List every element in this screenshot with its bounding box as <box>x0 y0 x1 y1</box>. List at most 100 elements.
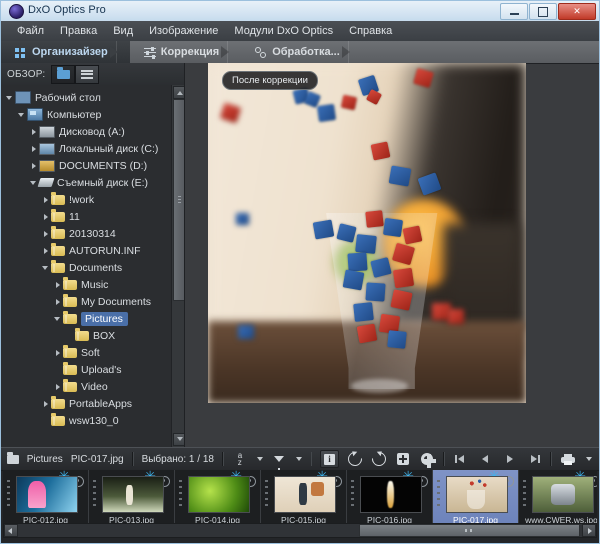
tree-node[interactable]: Рабочий стол <box>1 89 171 106</box>
tree-node[interactable]: Documents <box>1 259 171 276</box>
chevron-right-icon[interactable] <box>53 382 63 392</box>
browser-header: ОБЗОР: <box>1 63 190 86</box>
tree-node-label: PortableApps <box>69 398 132 410</box>
scrollbar-thumb[interactable] <box>359 524 580 537</box>
tree-node[interactable]: Music <box>1 276 171 293</box>
chevron-down-icon[interactable] <box>53 314 63 324</box>
tree-node[interactable]: Локальный диск (C:) <box>1 140 171 157</box>
thumbnail-item[interactable]: ✳ PIC-012.jpg <box>3 470 89 528</box>
minimize-button[interactable] <box>500 3 528 20</box>
thumbnail-item[interactable]: ✳ www.CWER.ws.jpg <box>519 470 597 528</box>
chevron-right-icon[interactable] <box>41 246 51 256</box>
tree-node[interactable]: AUTORUN.INF <box>1 242 171 259</box>
filmstrip-toolbar: Pictures PIC-017.jpg Выбрано: 1 / 18 az … <box>1 447 599 471</box>
tree-node-pictures[interactable]: Pictures <box>1 310 171 327</box>
thumbnail-strip[interactable]: ✳ PIC-012.jpg ✳ PIC-013.jpg ✳ PIC-014.jp… <box>3 470 597 528</box>
thumbnail-item[interactable]: ✳ PIC-015.jpg <box>261 470 347 528</box>
folder-tree[interactable]: Рабочий стол Компьютер Дисковод (A:) Лок… <box>1 85 171 447</box>
tree-node[interactable]: Soft <box>1 344 171 361</box>
filmstrip-panel: Pictures PIC-017.jpg Выбрано: 1 / 18 az … <box>1 447 599 543</box>
tab-correction[interactable]: Коррекция <box>130 41 241 63</box>
sort-dropdown-button[interactable] <box>256 451 263 467</box>
photo-canvas[interactable]: После коррекции <box>208 63 526 403</box>
chevron-down-icon[interactable] <box>5 93 15 103</box>
menu-file[interactable]: Файл <box>9 23 52 39</box>
thumbnail-image <box>274 476 336 513</box>
folder-icon <box>51 195 65 205</box>
tree-node-label: wsw130_0 <box>69 415 119 427</box>
maximize-icon <box>538 7 548 17</box>
close-button[interactable]: ✕ <box>558 3 596 20</box>
chevron-down-icon[interactable] <box>17 110 27 120</box>
next-image-button[interactable] <box>502 451 518 467</box>
menu-image[interactable]: Изображение <box>141 23 226 39</box>
chevron-right-icon[interactable] <box>53 348 63 358</box>
print-button[interactable] <box>560 451 576 467</box>
thumbnail-image <box>188 476 250 513</box>
tree-node[interactable]: 20130314 <box>1 225 171 242</box>
add-project-icon <box>397 453 409 465</box>
menu-edit[interactable]: Правка <box>52 23 105 39</box>
filter-button[interactable] <box>271 451 287 467</box>
tree-node[interactable]: Компьютер <box>1 106 171 123</box>
settings-button[interactable] <box>419 451 435 467</box>
undo-button[interactable] <box>347 451 363 467</box>
image-info-button[interactable]: i <box>320 450 338 468</box>
chevron-right-icon[interactable] <box>41 229 51 239</box>
tree-node-label: Upload's <box>81 364 122 376</box>
last-image-button[interactable] <box>526 451 542 467</box>
menu-help[interactable]: Справка <box>341 23 400 39</box>
tree-node[interactable]: wsw130_0 <box>1 412 171 429</box>
thumbnail-rating-dots <box>351 480 354 508</box>
tree-node[interactable]: Video <box>1 378 171 395</box>
thumbnail-item[interactable]: ✳ PIC-016.jpg <box>347 470 433 528</box>
tree-scrollbar[interactable] <box>171 85 185 447</box>
tree-node[interactable]: Дисковод (A:) <box>1 123 171 140</box>
folder-icon <box>75 331 89 341</box>
tab-processing[interactable]: Обработка... <box>241 41 362 63</box>
thumbnail-item[interactable]: ✳ PIC-014.jpg <box>175 470 261 528</box>
chevron-right-icon[interactable] <box>41 212 51 222</box>
filmstrip-scrollbar[interactable] <box>3 523 597 538</box>
chevron-down-icon[interactable] <box>41 263 51 273</box>
redo-button[interactable] <box>371 451 387 467</box>
chevron-right-icon[interactable] <box>29 144 39 154</box>
tree-node[interactable]: !work <box>1 191 171 208</box>
sliders-icon <box>144 47 156 58</box>
sort-order-button[interactable]: az <box>232 451 248 467</box>
tree-node[interactable]: DOCUMENTS (D:) <box>1 157 171 174</box>
overflow-button[interactable] <box>584 451 593 467</box>
previous-image-button[interactable] <box>477 451 493 467</box>
maximize-button[interactable] <box>529 3 557 20</box>
chevron-right-icon[interactable] <box>41 195 51 205</box>
menu-dxo-modules[interactable]: Модули DxO Optics <box>226 23 341 39</box>
menu-view[interactable]: Вид <box>105 23 141 39</box>
image-viewer[interactable]: i 1:1 42 % Пресеты После коррекции <box>185 63 599 447</box>
thumbnail-item[interactable]: ✳ PIC-013.jpg <box>89 470 175 528</box>
scroll-right-arrow-icon[interactable] <box>582 524 596 537</box>
tree-node-label: 11 <box>69 211 80 223</box>
thumbnail-image <box>102 476 164 513</box>
tree-node[interactable]: PortableApps <box>1 395 171 412</box>
tree-node[interactable]: Upload's <box>1 361 171 378</box>
chevron-right-icon[interactable] <box>29 161 39 171</box>
tree-node-label: Локальный диск (C:) <box>59 143 158 155</box>
chevron-right-icon[interactable] <box>29 127 39 137</box>
filter-dropdown-button[interactable] <box>295 451 302 467</box>
tree-node[interactable]: My Documents <box>1 293 171 310</box>
chevron-right-icon[interactable] <box>41 399 51 409</box>
chevron-right-icon[interactable] <box>53 280 63 290</box>
tree-node[interactable]: 11 <box>1 208 171 225</box>
add-project-button[interactable] <box>395 451 411 467</box>
scroll-left-arrow-icon[interactable] <box>4 524 18 537</box>
first-image-button[interactable] <box>453 451 469 467</box>
tab-organizer[interactable]: Организайзер <box>1 41 130 63</box>
thumbnail-image <box>16 476 78 513</box>
tree-node[interactable]: BOX <box>1 327 171 344</box>
chevron-right-icon[interactable] <box>53 297 63 307</box>
folder-view-button[interactable] <box>51 65 75 84</box>
thumbnail-item-selected[interactable]: ✳ PIC-017.jpg <box>433 470 519 528</box>
folder-icon <box>51 212 65 222</box>
list-view-button[interactable] <box>75 65 99 84</box>
tree-node[interactable]: Съемный диск (E:) <box>1 174 171 191</box>
